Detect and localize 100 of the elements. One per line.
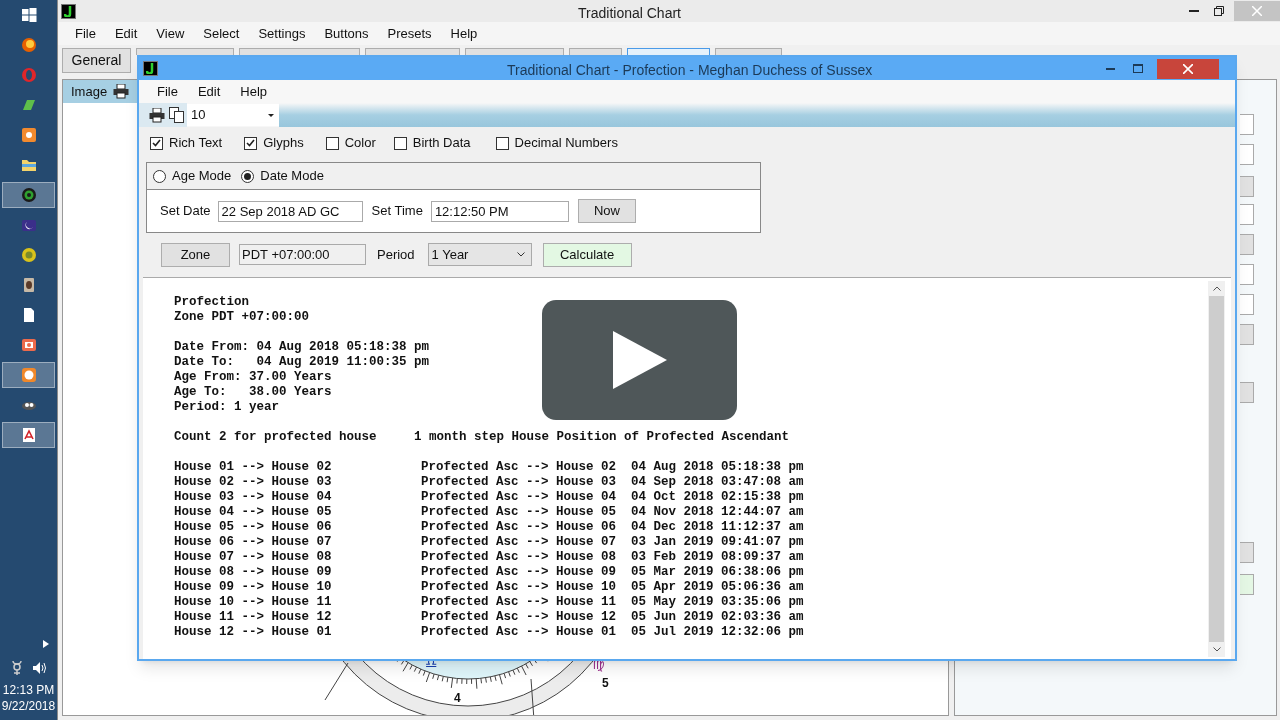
table-cell-text: Profected Asc --> House 10	[421, 580, 618, 595]
checkbox[interactable]	[325, 136, 339, 150]
table-cell-text: Profected Asc --> House 09	[421, 565, 618, 580]
report-line: Date To: 04 Aug 2019 11:00:35 pm	[174, 355, 430, 370]
table-cell-text: Profected Asc --> House 05	[421, 505, 618, 520]
checkbox[interactable]	[393, 136, 407, 150]
checkbox-label: Rich Text	[169, 134, 223, 153]
scroll-up-icon[interactable]	[1212, 286, 1221, 291]
calculate-button[interactable]: Calculate	[542, 242, 632, 267]
side-field[interactable]	[1240, 144, 1254, 165]
dropdown-arrow-icon	[268, 113, 274, 117]
report-line: Age To: 38.00 Years	[174, 385, 332, 400]
menu-item[interactable]: Buttons	[324, 23, 369, 44]
table-cell-text: Profected Asc --> House 12	[421, 610, 618, 625]
close-button[interactable]	[1157, 58, 1219, 79]
menu-item[interactable]: Settings	[258, 23, 306, 44]
mercury-icon[interactable]	[10, 660, 23, 676]
report-line: Zone PDT +07:00:00	[174, 310, 310, 325]
toolbar-button[interactable]	[627, 48, 710, 55]
table-cell-text: House 03 --> House 04	[174, 490, 333, 505]
table-cell-text: Profected Asc --> House 01	[421, 625, 618, 640]
side-field[interactable]	[1240, 204, 1254, 225]
period-dropdown[interactable]: 1 Year	[427, 243, 532, 266]
taskbar-button[interactable]	[2, 182, 55, 208]
table-cell: 05 Mar 2019 06:38:06 pm	[631, 565, 804, 580]
radio-button[interactable]	[241, 169, 255, 183]
table-cell: 04 Dec 2018 11:12:37 am	[631, 520, 804, 535]
menu-item[interactable]: File	[75, 23, 96, 44]
menu-item[interactable]: Edit	[114, 23, 138, 44]
clock-time[interactable]: 12:13 PM	[2, 682, 55, 698]
panel-title: Image	[71, 82, 108, 101]
scroll-down-icon[interactable]	[1212, 647, 1221, 652]
field-label: Set Time	[371, 202, 423, 221]
now-button[interactable]: Now	[577, 199, 636, 223]
maximize-icon[interactable]	[1133, 64, 1143, 73]
speaker-icon[interactable]	[32, 662, 47, 674]
scrollbar[interactable]	[1208, 281, 1225, 657]
table-cell-text: House 10 --> House 11	[174, 595, 333, 610]
window-title: Traditional Chart	[578, 4, 681, 23]
expand-arrow-icon[interactable]	[43, 640, 49, 648]
checkbox-label: Birth Data	[412, 134, 471, 153]
swirl-icon	[20, 187, 37, 203]
fox-globe-icon	[20, 37, 37, 53]
time-field[interactable]: 12:12:50 PM	[430, 200, 569, 222]
menu-item[interactable]: Help	[240, 81, 268, 102]
zone-button[interactable]: Zone	[161, 242, 230, 267]
table-cell-text: Profected Asc --> House 08	[421, 550, 618, 565]
report-line: Age From: 37.00 Years	[174, 370, 332, 385]
ring-icon	[20, 67, 37, 83]
menu-item[interactable]: Select	[203, 23, 240, 44]
document-icon	[20, 427, 37, 443]
taskbar-button[interactable]	[2, 422, 55, 448]
table-cell-text: Profected Asc --> House 02	[421, 460, 618, 475]
app-logo	[143, 61, 158, 76]
play-button[interactable]	[542, 300, 737, 420]
table-cell-text: House 05 --> House 06	[174, 520, 333, 535]
table-cell-text: House 01 --> House 02	[174, 460, 333, 475]
table-cell-text: House 02 --> House 03	[174, 475, 333, 490]
checkbox-label: Decimal Numbers	[514, 134, 618, 153]
table-cell: 05 Jul 2019 12:32:06 pm	[631, 625, 804, 640]
side-field[interactable]	[1240, 294, 1254, 315]
printer-icon[interactable]	[149, 107, 165, 123]
checkbox-label: Color	[344, 134, 376, 153]
side-field[interactable]	[1240, 114, 1254, 135]
checkbox[interactable]	[244, 136, 258, 150]
menu-item[interactable]: Edit	[197, 81, 221, 102]
menu-item[interactable]: View	[156, 23, 185, 44]
report-line: Date From: 04 Aug 2018 05:18:38 pm	[174, 340, 430, 355]
chevron-down-icon	[516, 252, 525, 257]
menu-item[interactable]: File	[157, 81, 178, 102]
menu-item[interactable]: Presets	[387, 23, 432, 44]
table-cell: 05 Apr 2019 05:06:36 am	[631, 580, 804, 595]
checkbox-label: Glyphs	[263, 134, 304, 153]
toolbar-button[interactable]: General	[62, 48, 131, 73]
field-label: Set Date	[160, 202, 211, 221]
copy-icon[interactable]	[169, 107, 184, 123]
house-number: 4	[454, 692, 461, 704]
date-field[interactable]: 22 Sep 2018 AD GC	[217, 200, 363, 222]
table-cell-text: House 09 --> House 10	[174, 580, 333, 595]
zoom-combo[interactable]: 10	[187, 104, 279, 126]
table-cell: 04 Aug 2018 05:18:38 pm	[631, 460, 804, 475]
checkbox[interactable]	[150, 136, 163, 150]
table-cell-text: Profected Asc --> House 03	[421, 475, 618, 490]
close-icon	[1252, 6, 1262, 16]
leaf-icon	[20, 97, 37, 113]
table-cell-text: House 04 --> House 05	[174, 505, 333, 520]
zone-field[interactable]: PDT +07:00:00	[239, 244, 366, 265]
printer-icon[interactable]	[113, 84, 130, 99]
clock-date[interactable]: 9/22/2018	[1, 698, 56, 714]
minimize-icon[interactable]	[1106, 67, 1115, 70]
radio-button[interactable]	[153, 169, 166, 183]
table-cell: 04 Oct 2018 02:15:38 pm	[631, 490, 804, 505]
checkbox[interactable]	[495, 136, 509, 150]
table-cell: 04 Nov 2018 12:44:07 am	[631, 505, 804, 520]
table-cell-text: Profected Asc --> House 07	[421, 535, 618, 550]
menu-item[interactable]: Help	[450, 23, 478, 44]
restore-icon[interactable]	[1214, 6, 1224, 16]
house-number: 5	[602, 677, 609, 689]
taskbar-button[interactable]	[2, 362, 55, 388]
side-field[interactable]	[1240, 264, 1254, 285]
